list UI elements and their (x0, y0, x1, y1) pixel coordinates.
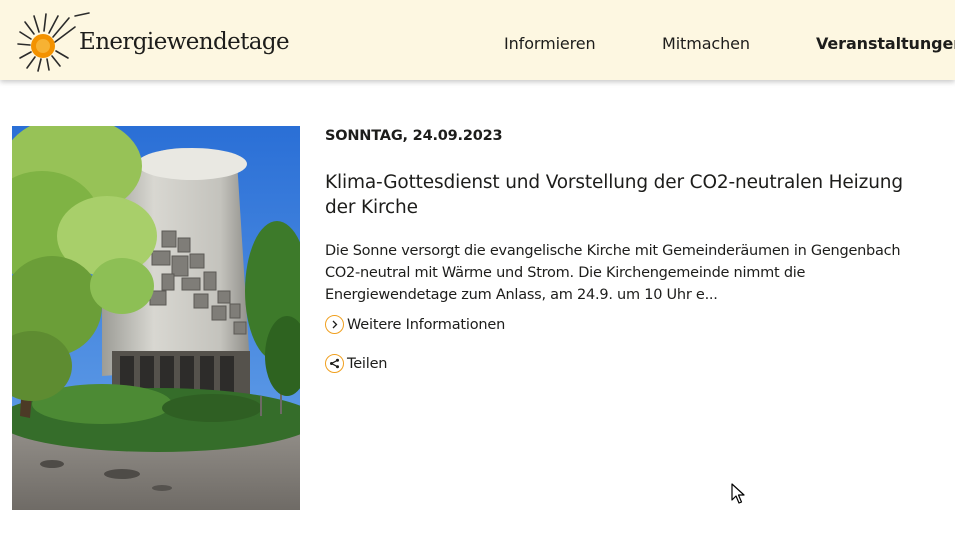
event-title[interactable]: Klima-Gottesdienst und Vorstellung der C… (325, 170, 925, 220)
event-image[interactable] (12, 126, 300, 510)
more-info-label: Weitere Informationen (347, 316, 506, 333)
site-header: Energiewendetage Informieren Mitmachen V… (0, 0, 955, 80)
site-logo[interactable]: Energiewendetage (17, 12, 290, 72)
event-date: SONNTAG, 24.09.2023 (325, 128, 503, 144)
event-details: SONNTAG, 24.09.2023 Klima-Gottesdienst u… (325, 128, 935, 373)
mouse-pointer-icon (731, 483, 745, 509)
chevron-right-icon (325, 315, 344, 334)
share-button[interactable]: Teilen (325, 354, 387, 373)
share-icon (325, 354, 344, 373)
logo-text: Energiewendetage (79, 29, 290, 55)
event-description: Die Sonne versorgt die evangelische Kirc… (325, 243, 901, 303)
share-label: Teilen (347, 355, 388, 372)
nav-mitmachen[interactable]: Mitmachen (662, 34, 750, 53)
main-content: SONNTAG, 24.09.2023 Klima-Gottesdienst u… (0, 80, 955, 547)
nav-veranstaltungen[interactable]: Veranstaltungen (816, 34, 955, 53)
more-info-link[interactable]: Weitere Informationen (325, 315, 505, 334)
nav-informieren[interactable]: Informieren (504, 34, 596, 53)
